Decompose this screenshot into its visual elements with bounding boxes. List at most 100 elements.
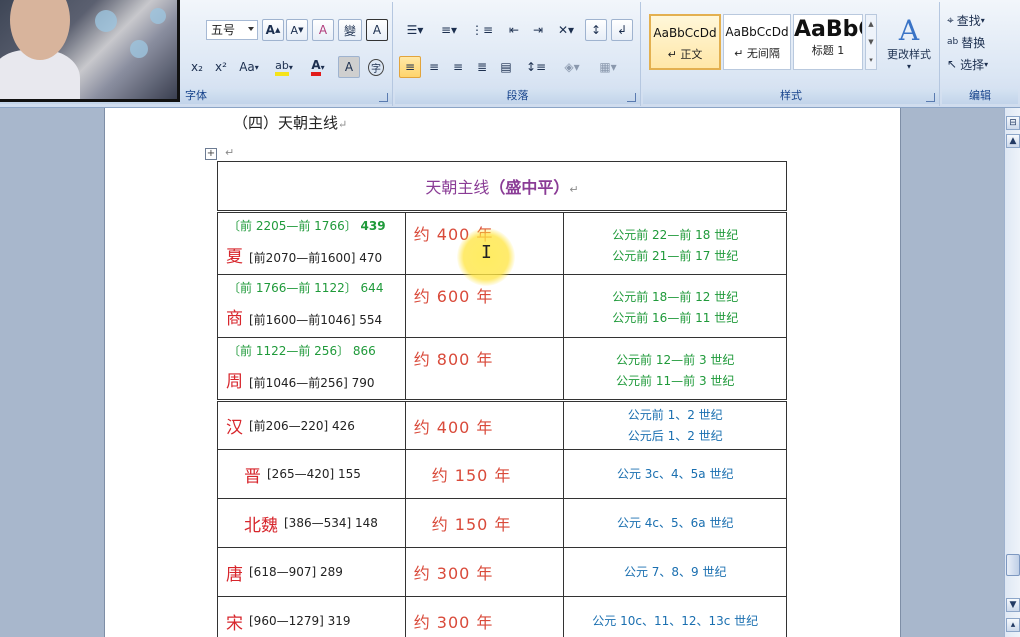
borders-button[interactable]: ▦▾: [593, 56, 623, 78]
decrease-indent-button[interactable]: ⇤: [503, 19, 525, 41]
chinese-layout-button[interactable]: ✕▾: [551, 19, 581, 41]
subscript-button[interactable]: x₂: [186, 56, 208, 78]
century-cell[interactable]: 公元 7、8、9 世纪: [563, 547, 787, 597]
century-cell[interactable]: 公元前 1、2 世纪 公元后 1、2 世纪: [563, 400, 787, 450]
find-label: 查找: [956, 13, 981, 28]
dynasty-cell[interactable]: 晋 [265—420] 155: [217, 449, 406, 499]
show-marks-button[interactable]: ↲: [611, 19, 633, 41]
century-cell[interactable]: 公元前 12—前 3 世纪 公元前 11—前 3 世纪: [563, 337, 787, 402]
dynasty-cell[interactable]: 〔前 2205—前 1766〕 439 夏 [前2070—前1600] 470: [217, 211, 406, 275]
ruler-toggle-icon[interactable]: ⊟: [1006, 116, 1020, 130]
century-cell[interactable]: 公元 10c、11、12、13c 世纪: [563, 596, 787, 637]
duration-cell[interactable]: 约 150 年: [404, 449, 565, 499]
dynasty-cell[interactable]: 唐 [618—907] 289: [217, 547, 406, 597]
styles-dialog-launcher-icon[interactable]: [926, 93, 935, 102]
document-page[interactable]: （四）天朝主线↵ + ↵ 天朝主线（盛中平）↵ 〔前 2205—前 1766〕 …: [104, 108, 901, 637]
font-size-select[interactable]: 五号: [206, 20, 258, 40]
dynasty-name: 北魏: [244, 515, 278, 536]
style-normal[interactable]: AaBbCcDd ↵ 正文: [649, 14, 721, 70]
scrollbar-thumb[interactable]: [1006, 554, 1020, 576]
numbering-button[interactable]: ≡▾: [433, 19, 465, 41]
increase-indent-icon: ⇥: [532, 23, 544, 37]
bullets-button[interactable]: ☰▾: [399, 19, 431, 41]
enclose-char-button[interactable]: 字: [364, 56, 388, 78]
styles-scroll[interactable]: ▲ ▼ ▾: [865, 14, 877, 70]
duration-cell[interactable]: 约 150 年: [404, 498, 565, 548]
highlight-button[interactable]: ab ▾: [268, 56, 300, 78]
century-text: 公元前 22—前 18 世纪 公元前 21—前 17 世纪: [564, 225, 786, 267]
duration-cell[interactable]: 约 300 年: [404, 596, 565, 637]
select-button[interactable]: ↖ 选择 ▾: [946, 53, 1012, 75]
shrink-font-button[interactable]: A ▼: [286, 19, 308, 41]
century-cell[interactable]: 公元前 18—前 12 世纪 公元前 16—前 11 世纪: [563, 274, 787, 338]
font-dialog-launcher-icon[interactable]: [379, 93, 388, 102]
line-spacing-button[interactable]: ↕≡: [521, 56, 551, 78]
style-no-spacing[interactable]: AaBbCcDd ↵ 无间隔: [723, 14, 791, 70]
justify-button[interactable]: ≣: [471, 56, 493, 78]
scroll-up-icon[interactable]: ▲: [1006, 134, 1020, 148]
distributed-button[interactable]: ▤: [495, 56, 517, 78]
change-case-button[interactable]: Aa ▾: [234, 56, 264, 78]
font-color-button[interactable]: A ▾: [302, 56, 334, 78]
paragraph-dialog-launcher-icon[interactable]: [627, 93, 636, 102]
replace-label: 替换: [961, 35, 986, 50]
dynasty-line: 周 [前1046—前256] 790: [226, 367, 405, 392]
duration-text: 约 400 年: [413, 417, 494, 437]
paragraph-group-label: 段落: [395, 88, 640, 104]
duration-cell[interactable]: 约 400 年: [404, 400, 565, 450]
dynasty-name: 宋: [226, 613, 243, 634]
table-move-handle-icon[interactable]: +: [205, 148, 217, 160]
previous-page-icon[interactable]: ▴: [1006, 618, 1020, 632]
table-row: 唐 [618—907] 289 约 300 年 公元 7、8、9 世纪: [217, 547, 787, 597]
dynasty-line: 夏 [前2070—前1600] 470: [226, 242, 405, 267]
table-title-cell[interactable]: 天朝主线（盛中平）↵: [217, 161, 787, 213]
century-cell[interactable]: 公元 3c、4、5a 世纪: [563, 449, 787, 499]
dynasty-dates: [前2070—前1600] 470: [249, 251, 383, 265]
paint-bucket-icon: ◈▾: [564, 60, 580, 74]
dynasty-line: 宋 [960—1279] 319: [218, 609, 405, 634]
superscript-button[interactable]: x²: [210, 56, 232, 78]
century-cell[interactable]: 公元前 22—前 18 世纪 公元前 21—前 17 世纪: [563, 211, 787, 275]
find-button[interactable]: ⌖ 查找 ▾: [946, 9, 1012, 31]
duration-cell[interactable]: 约 300 年: [404, 547, 565, 597]
century-cell[interactable]: 公元 4c、5、6a 世纪: [563, 498, 787, 548]
grow-font-button[interactable]: A ▲: [262, 19, 284, 41]
style-sample: AaBbCcDd: [653, 26, 717, 40]
char-border-button[interactable]: A: [366, 19, 388, 41]
dynasty-cell[interactable]: 北魏 [386—534] 148: [217, 498, 406, 548]
dynasty-cell[interactable]: 〔前 1766—前 1122〕 644 商 [前1600—前1046] 554: [217, 274, 406, 338]
dynasty-dates: [618—907] 289: [249, 565, 343, 579]
section-heading-text: （四）天朝主线: [233, 114, 339, 132]
align-center-button[interactable]: ≡: [423, 56, 445, 78]
scroll-down-icon[interactable]: ▼: [1006, 598, 1020, 612]
dynasty-cell[interactable]: 汉 [前206—220] 426: [217, 400, 406, 450]
change-styles-button[interactable]: A 更改样式 ▾: [881, 12, 937, 74]
vertical-scrollbar[interactable]: ⊟ ▲ ▼ ▴: [1004, 108, 1020, 637]
century-text: 公元 4c、5、6a 世纪: [616, 515, 734, 530]
dynasty-cell[interactable]: 宋 [960—1279] 319: [217, 596, 406, 637]
sort-button[interactable]: ↕: [585, 19, 607, 41]
traditional-range: 〔前 2205—前 1766〕 439: [228, 217, 405, 234]
dynasty-dates: [386—534] 148: [284, 516, 378, 530]
sort-icon: ↕: [590, 23, 602, 37]
century-line: 公元前 1、2 世纪: [627, 407, 723, 422]
increase-indent-button[interactable]: ⇥: [527, 19, 549, 41]
dynasty-name: 夏: [226, 247, 243, 267]
dynasty-cell[interactable]: 〔前 1122—前 256〕 866 周 [前1046—前256] 790: [217, 337, 406, 402]
align-left-button[interactable]: ≡: [399, 56, 421, 78]
phonetic-guide-button[interactable]: 變: [338, 19, 362, 41]
multilevel-list-button[interactable]: ⋮≡: [467, 19, 497, 41]
align-right-button[interactable]: ≡: [447, 56, 469, 78]
webcam-overlay: [0, 0, 180, 102]
shading-button[interactable]: ◈▾: [555, 56, 589, 78]
duration-text: 约 150 年: [431, 466, 512, 485]
paragraph-mark: ↵: [225, 146, 235, 159]
style-heading-1[interactable]: AaBbC 标题 1: [793, 14, 863, 70]
range-length: 866: [352, 344, 376, 358]
replace-button[interactable]: ab 替换: [946, 31, 1012, 53]
duration-cell[interactable]: 约 800 年: [404, 337, 565, 402]
century-line: 公元前 11—前 3 世纪: [616, 374, 735, 388]
clear-format-button[interactable]: A: [312, 19, 334, 41]
char-shading-button[interactable]: A: [338, 56, 360, 78]
style-name: ↵ 正文: [667, 48, 703, 61]
